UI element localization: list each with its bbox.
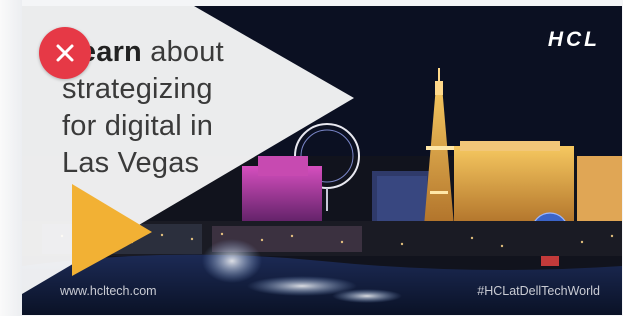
headline-line-3: for digital in — [62, 110, 214, 142]
footer-url[interactable]: www.hcltech.com — [60, 284, 157, 298]
close-icon — [56, 44, 74, 62]
ad-banner[interactable]: Learn about strategizing for digital in … — [22, 6, 622, 315]
page-edge — [0, 0, 22, 316]
headline-word: about — [150, 36, 224, 68]
headline-line-2: strategizing — [62, 73, 213, 105]
footer-hashtag: #HCLatDellTechWorld — [477, 284, 600, 298]
headline-line-4: Las Vegas — [62, 147, 200, 179]
close-ad-button[interactable] — [39, 27, 91, 79]
hcl-logo: HCL — [547, 28, 600, 51]
